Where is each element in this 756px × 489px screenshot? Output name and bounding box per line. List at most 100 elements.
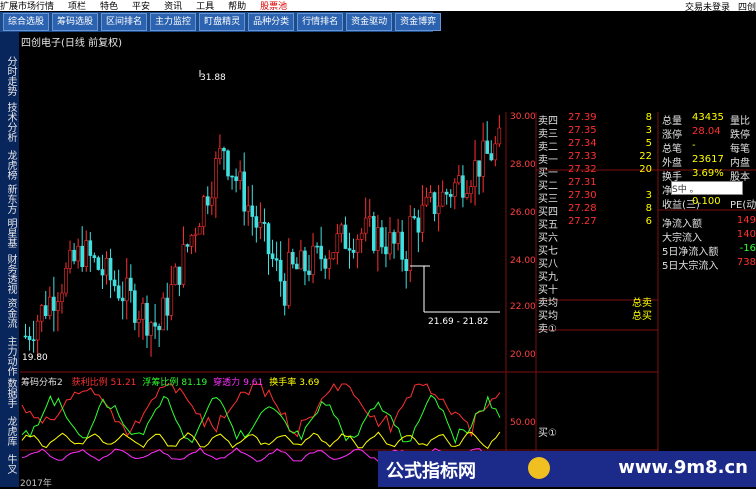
candle-body xyxy=(250,205,255,217)
order-book-row[interactable]: 买均 总买 xyxy=(538,307,658,322)
flow-value: -16 xyxy=(739,243,756,254)
candle-body xyxy=(96,257,101,270)
order-book-row[interactable]: 卖二 27.34 5 xyxy=(538,138,658,153)
order-book-row[interactable]: 买四 27.28 8 xyxy=(538,203,658,218)
candle-body xyxy=(388,232,392,255)
order-book-row[interactable]: 买三 27.30 3 xyxy=(538,190,658,205)
candle-body xyxy=(367,216,372,219)
candle-body xyxy=(444,191,449,195)
order-book-row[interactable]: 买七 xyxy=(538,242,658,257)
indicator-item-value: 51.21 xyxy=(110,378,137,388)
coin-icon xyxy=(528,457,550,479)
y-tick: 20.00 xyxy=(510,350,536,360)
indicator-item-value: 3.69 xyxy=(299,378,320,388)
order-volume: 3 xyxy=(645,125,652,136)
candle-body xyxy=(497,127,502,145)
candle-body xyxy=(270,253,275,259)
order-book-row[interactable]: 买八 xyxy=(538,255,658,270)
flow-row: 净流入额 149 xyxy=(662,215,756,230)
candle-body xyxy=(412,216,417,219)
order-price: 27.34 xyxy=(568,138,597,149)
flow-value: 738 xyxy=(736,257,756,268)
candle-body xyxy=(380,227,384,248)
stat-value: 23617 xyxy=(692,154,724,165)
candle-body xyxy=(124,277,129,302)
flow-key: 5日净流入额 xyxy=(662,247,719,258)
candle-body xyxy=(436,205,441,214)
candle-body xyxy=(440,191,445,207)
stat-value: 0.100 xyxy=(692,196,721,207)
stat-key: 涨停 xyxy=(662,130,682,141)
stat-extra: PE(动 xyxy=(730,200,756,211)
candle-body xyxy=(226,150,230,177)
order-volume: 8 xyxy=(645,203,652,214)
order-book-row[interactable]: 卖① xyxy=(538,320,658,335)
order-price: 27.27 xyxy=(568,216,597,227)
stat-key: 外盘 xyxy=(662,158,682,169)
order-price: 27.39 xyxy=(568,112,597,123)
candle-body xyxy=(153,322,157,327)
candle-body xyxy=(481,140,485,177)
order-book-row[interactable]: 买六 xyxy=(538,229,658,244)
y-tick: 24.00 xyxy=(510,256,536,266)
flow-key: 5日大宗流入 xyxy=(662,261,719,272)
candle-body xyxy=(299,250,303,270)
indicator-name[interactable]: 筹码分布2 xyxy=(21,378,63,388)
candle-body xyxy=(278,259,283,282)
candle-body xyxy=(133,290,137,323)
order-book-row[interactable]: 卖一 27.33 22 xyxy=(538,151,658,166)
flow-key: 净流入额 xyxy=(662,219,702,230)
candle-body xyxy=(181,244,186,285)
stat-extra: 量比 xyxy=(730,116,750,127)
indicator-item-key: 浮筹比例 xyxy=(142,378,179,388)
candle-body xyxy=(205,196,210,206)
flow-key: 大宗流入 xyxy=(662,233,702,244)
order-book-row[interactable]: 卖均 总卖 xyxy=(538,294,658,309)
candle-body xyxy=(149,322,153,336)
indicator-item-value: 9.61 xyxy=(243,378,264,388)
candle-body xyxy=(448,193,453,197)
candle-body xyxy=(339,224,344,235)
stat-value: 28.04 xyxy=(692,126,721,137)
candle-body xyxy=(120,297,125,302)
candle-body xyxy=(347,248,352,251)
order-book-row[interactable]: 买二 27.31 xyxy=(538,177,658,192)
candle-body xyxy=(416,217,421,233)
high-marker-label: 31.88 xyxy=(200,73,226,83)
candle-body xyxy=(189,235,194,247)
order-book-row[interactable]: 卖三 27.35 3 xyxy=(538,125,658,140)
banner-site: www.9m8.cn xyxy=(618,457,748,478)
candle-body xyxy=(489,153,494,161)
candle-body xyxy=(210,197,214,206)
order-book-row[interactable]: 买九 xyxy=(538,268,658,283)
candle-body xyxy=(177,266,182,285)
order-level-label: 卖① xyxy=(538,324,557,335)
candle-body xyxy=(274,258,279,261)
candle-body xyxy=(371,216,376,251)
stat-row: 涨停 28.04 跌停 xyxy=(662,126,756,141)
order-price: 27.28 xyxy=(568,203,597,214)
candle-body xyxy=(52,296,56,311)
candle-body xyxy=(327,258,332,269)
order-volume: 22 xyxy=(639,151,652,162)
flow-row: 大宗流入 140 xyxy=(662,229,756,244)
order-book-row[interactable]: 买五 27.27 6 xyxy=(538,216,658,231)
candle-body xyxy=(477,160,481,177)
candle-body xyxy=(193,233,198,236)
candle-body xyxy=(72,249,76,262)
order-book-row[interactable]: 买一 27.32 20 xyxy=(538,164,658,179)
candle-body xyxy=(104,257,109,276)
candle-body xyxy=(404,259,409,272)
candle-body xyxy=(230,175,234,178)
input-method-overlay: S中 。 xyxy=(671,181,743,195)
flow-row: 5日净流入额 -16 xyxy=(662,243,756,258)
order-book-row[interactable]: 买十 xyxy=(538,281,658,296)
buy-one-label: 买① xyxy=(538,428,557,439)
candle-body xyxy=(112,279,117,287)
candle-body xyxy=(254,216,259,228)
candle-body xyxy=(461,175,465,198)
candle-body xyxy=(157,325,161,331)
order-book-row[interactable]: 卖四 27.39 8 xyxy=(538,112,658,127)
candle-body xyxy=(428,192,433,198)
order-price: 27.35 xyxy=(568,125,597,136)
